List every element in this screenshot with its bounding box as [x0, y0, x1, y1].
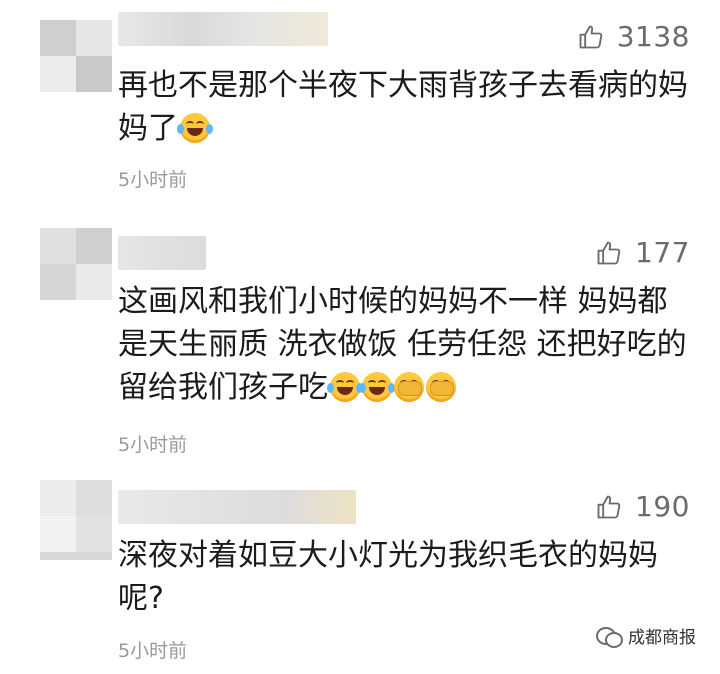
facepalm-emoji — [426, 372, 456, 402]
like-button[interactable]: 177 — [595, 236, 690, 269]
thumbs-up-icon — [597, 241, 621, 264]
avatar[interactable] — [40, 480, 112, 560]
watermark: 成都商报 — [596, 623, 696, 648]
timestamp: 5小时前 — [118, 169, 188, 191]
laugh-cry-emoji — [359, 372, 395, 402]
comment-text: 深夜对着如豆大小灯光为我织毛衣的妈妈呢? — [118, 538, 658, 616]
avatar[interactable] — [40, 228, 112, 300]
thumbs-up-icon — [597, 495, 621, 518]
username[interactable] — [118, 236, 206, 270]
like-count: 177 — [635, 236, 690, 269]
watermark-text: 成都商报 — [628, 628, 696, 648]
avatar[interactable] — [40, 20, 112, 92]
comment-2: 177 这画风和我们小时候的妈妈不一样 妈妈都是天生丽质 洗衣做饭 任劳任怨 还… — [0, 200, 720, 460]
like-count: 190 — [635, 490, 690, 523]
laugh-cry-emoji — [177, 113, 213, 143]
comment-text: 这画风和我们小时候的妈妈不一样 妈妈都是天生丽质 洗衣做饭 任劳任怨 还把好吃的… — [118, 284, 687, 405]
username[interactable] — [118, 490, 356, 524]
username[interactable] — [118, 12, 328, 46]
comment-1: 3138 再也不是那个半夜下大雨背孩子去看病的妈妈了 5小时前 — [0, 0, 720, 200]
facepalm-emoji — [394, 372, 424, 402]
wechat-icon — [596, 625, 623, 648]
timestamp: 5小时前 — [118, 640, 188, 662]
timestamp: 5小时前 — [118, 434, 188, 456]
like-count: 3138 — [616, 20, 690, 53]
like-button[interactable]: 190 — [595, 490, 690, 523]
thumbs-up-icon — [579, 25, 602, 48]
laugh-cry-emoji — [327, 372, 363, 402]
comment-text: 再也不是那个半夜下大雨背孩子去看病的妈妈了 — [118, 68, 688, 146]
like-button[interactable]: 3138 — [577, 20, 690, 53]
